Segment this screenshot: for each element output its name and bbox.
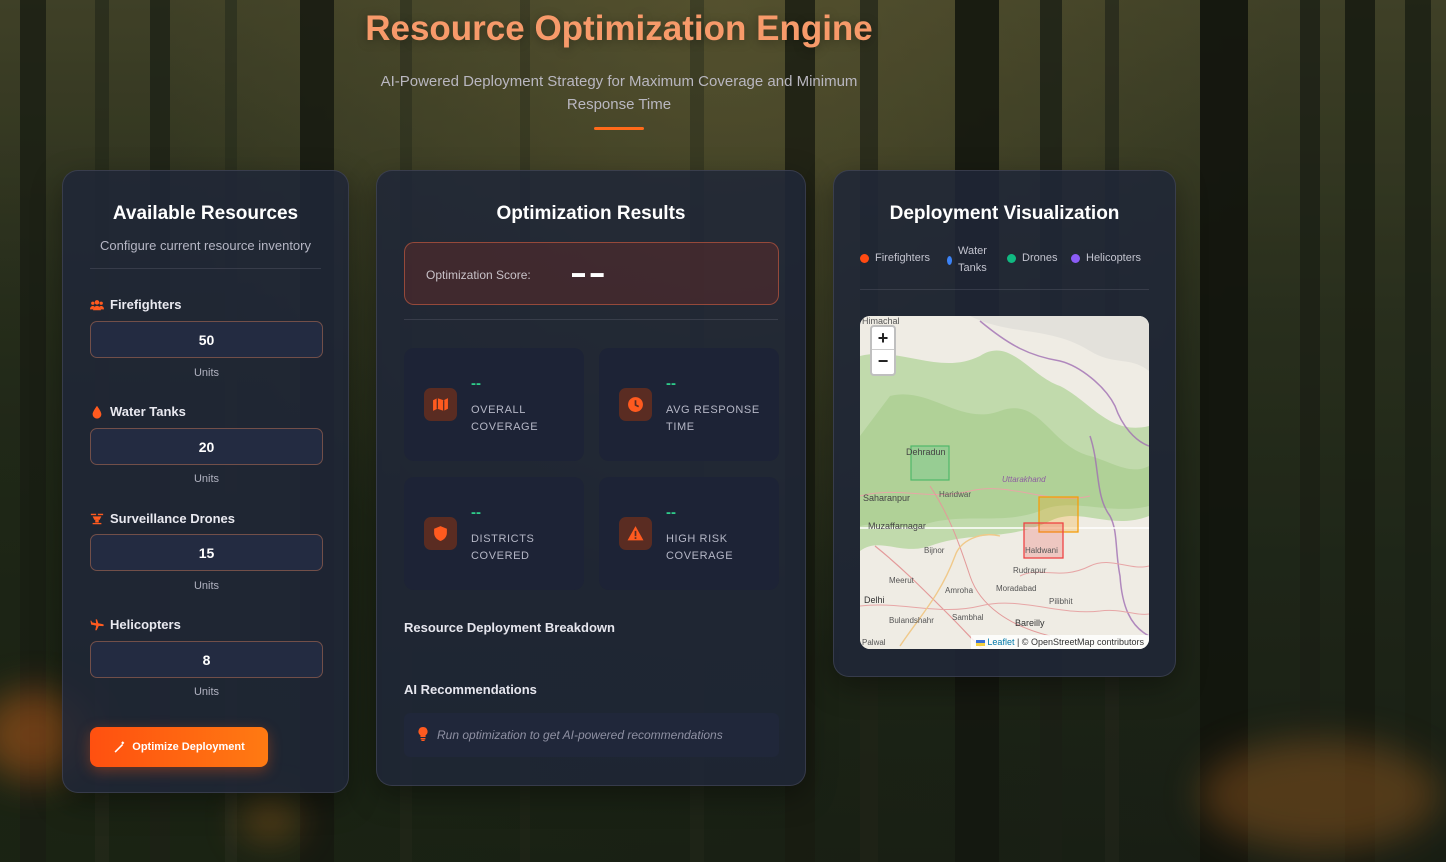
firefighters-label-text: Firefighters xyxy=(110,297,182,312)
legend-label: Water Tanks xyxy=(958,245,987,274)
legend-label: Firefighters xyxy=(875,252,931,264)
divider xyxy=(90,268,321,269)
legend-dot xyxy=(947,255,952,265)
metric-high-risk-coverage: -- HIGH RISK COVERAGE xyxy=(599,477,779,590)
metric-label: AVG RESPONSE TIME xyxy=(666,404,760,433)
metric-value: -- xyxy=(471,375,481,392)
metric-districts-covered: -- DISTRICTS COVERED xyxy=(404,477,584,590)
droplet-icon xyxy=(92,405,102,419)
divider xyxy=(860,289,1149,290)
map-label: Bijnor xyxy=(924,546,945,555)
legend-label: Helicopters xyxy=(1086,252,1142,264)
clock-icon xyxy=(619,388,652,421)
page-title: Resource Optimization Engine xyxy=(365,9,873,48)
helicopters-input[interactable] xyxy=(90,641,323,678)
map-icon xyxy=(424,388,457,421)
map-label: Pilibhit xyxy=(1049,597,1073,606)
water-tanks-label: Water Tanks xyxy=(90,404,186,419)
map-label: Muzaffarnagar xyxy=(868,521,926,531)
map-label: Sambhal xyxy=(952,613,984,622)
legend-dot xyxy=(1071,253,1080,263)
optimize-deployment-button[interactable]: Optimize Deployment xyxy=(90,727,268,767)
magic-wand-icon xyxy=(114,741,125,753)
metric-label: HIGH RISK COVERAGE xyxy=(666,533,734,562)
recommendations-placeholder: Run optimization to get AI-powered recom… xyxy=(437,728,723,742)
helicopter-icon xyxy=(90,618,104,630)
deployment-map[interactable]: Himachal Dehradun Saharanpur Haridwar Ut… xyxy=(860,316,1149,649)
results-panel: Optimization Results Optimization Score:… xyxy=(376,170,806,786)
metric-value: -- xyxy=(666,504,676,521)
drones-unit: Units xyxy=(193,580,220,592)
drones-input[interactable] xyxy=(90,534,323,571)
metric-avg-response-time: -- AVG RESPONSE TIME xyxy=(599,348,779,461)
legend-item-drones: Drones xyxy=(1007,252,1057,264)
metric-overall-coverage: -- OVERALL COVERAGE xyxy=(404,348,584,461)
metric-label: DISTRICTS COVERED xyxy=(471,533,535,562)
title-accent-bar xyxy=(594,127,644,130)
map-label: Saharanpur xyxy=(863,493,911,503)
warning-icon xyxy=(619,517,652,550)
map-label: Meerut xyxy=(889,576,914,585)
map-label: Haldwani xyxy=(1025,546,1058,555)
map-label: Rudrapur xyxy=(1013,566,1047,575)
map-legend: Firefighters Water Tanks Drones Helicopt… xyxy=(860,243,1160,277)
breakdown-heading: Resource Deployment Breakdown xyxy=(404,620,615,635)
recommendations-box: Run optimization to get AI-powered recom… xyxy=(404,713,779,757)
recommendations-heading: AI Recommendations xyxy=(404,682,537,697)
map-attribution: Leaflet | © OpenStreetMap contributors xyxy=(970,635,1149,649)
firefighters-label: Firefighters xyxy=(90,297,182,312)
helicopters-unit: Units xyxy=(193,686,220,698)
map-label: Bareilly xyxy=(1015,618,1045,628)
legend-dot xyxy=(1007,253,1016,263)
drone-icon xyxy=(90,513,104,524)
shield-icon xyxy=(424,517,457,550)
flag-icon xyxy=(975,639,985,646)
zoom-in-button[interactable]: + xyxy=(872,327,894,350)
page-subtitle: AI-Powered Deployment Strategy for Maxim… xyxy=(380,73,858,113)
map-label: Palwal xyxy=(862,638,886,647)
resources-panel: Available Resources Configure current re… xyxy=(62,170,349,793)
map-label: Dehradun xyxy=(906,447,946,457)
water-tanks-label-text: Water Tanks xyxy=(110,404,186,419)
drones-label: Surveillance Drones xyxy=(90,511,235,526)
zoom-out-button[interactable]: − xyxy=(872,350,894,373)
metric-value: -- xyxy=(471,504,481,521)
map-label: Uttarakhand xyxy=(1002,475,1046,484)
metric-label: OVERALL COVERAGE xyxy=(471,404,539,433)
divider xyxy=(404,319,778,320)
map-label: Delhi xyxy=(864,595,885,605)
optimize-button-label: Optimize Deployment xyxy=(132,741,245,753)
visualization-title: Deployment Visualization xyxy=(889,203,1120,224)
water-tanks-unit: Units xyxy=(193,473,220,485)
legend-dot xyxy=(860,253,869,263)
water-tanks-input[interactable] xyxy=(90,428,323,465)
firefighters-input[interactable] xyxy=(90,321,323,358)
optimization-score-box: Optimization Score: ▬ ▬ xyxy=(404,242,779,305)
resources-title: Available Resources xyxy=(112,203,299,224)
resources-subtitle: Configure current resource inventory xyxy=(100,238,311,253)
map-label: Moradabad xyxy=(996,584,1037,593)
map-label: Haridwar xyxy=(939,490,972,499)
legend-item-helicopters: Helicopters xyxy=(1071,252,1141,264)
helicopters-label-text: Helicopters xyxy=(110,617,181,632)
score-value: ▬ ▬ xyxy=(572,265,605,280)
map-label: Bulandshahr xyxy=(889,616,934,625)
legend-item-water-tanks: Water Tanks xyxy=(947,243,1003,277)
helicopters-label: Helicopters xyxy=(90,617,181,632)
map-zoom-control: + − xyxy=(870,325,896,376)
legend-label: Drones xyxy=(1022,252,1058,264)
lightbulb-icon xyxy=(418,727,428,741)
metric-value: -- xyxy=(666,375,676,392)
firefighters-unit: Units xyxy=(193,367,220,379)
score-label: Optimization Score: xyxy=(426,268,531,282)
legend-item-firefighters: Firefighters xyxy=(860,252,930,264)
map-label: Amroha xyxy=(945,586,974,595)
users-icon xyxy=(90,299,104,310)
leaflet-link[interactable]: Leaflet xyxy=(987,637,1014,647)
drones-label-text: Surveillance Drones xyxy=(110,511,235,526)
attribution-text: | © OpenStreetMap contributors xyxy=(1016,637,1144,647)
results-title: Optimization Results xyxy=(496,203,686,224)
visualization-panel: Deployment Visualization Firefighters Wa… xyxy=(833,170,1176,677)
